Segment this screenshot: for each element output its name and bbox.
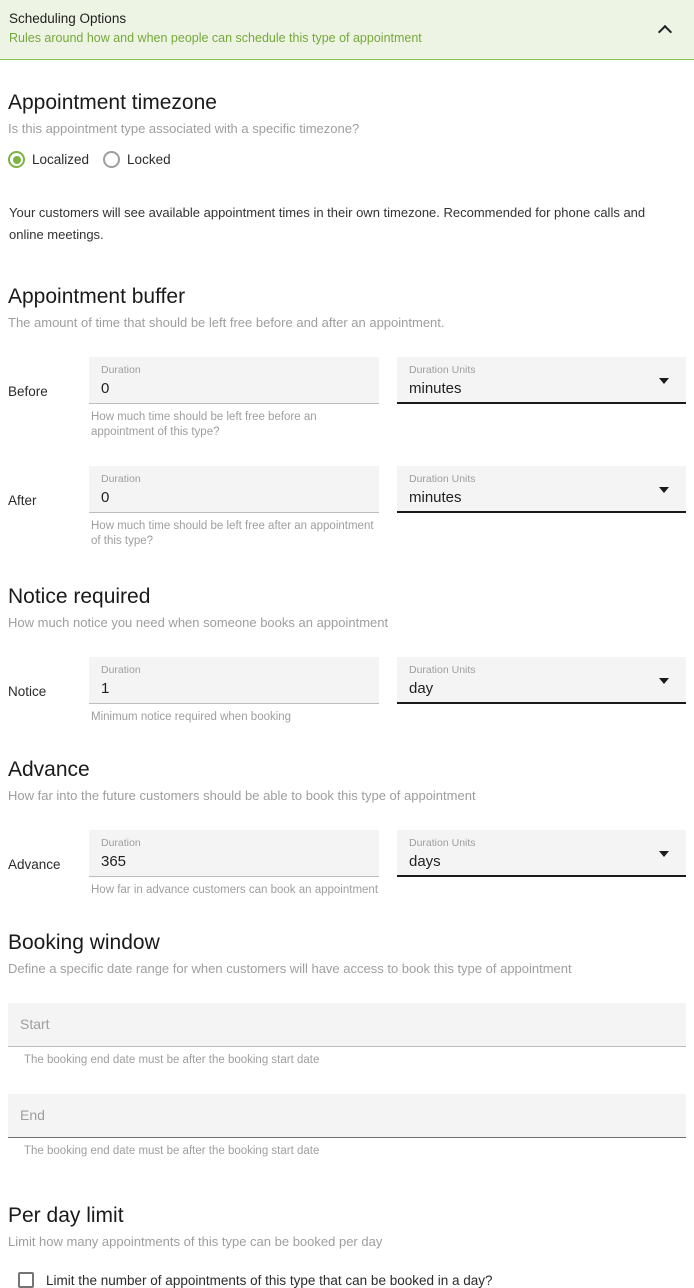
section-desc-per-day-limit: Limit how many appointments of this type… <box>8 1234 383 1249</box>
buffer-before-label: Before <box>8 384 48 399</box>
notice-fields: Duration 1 Minimum notice required when … <box>89 657 686 725</box>
buffer-after-units-col: Duration Units minutes <box>397 466 686 549</box>
section-desc-buffer: The amount of time that should be left f… <box>8 315 445 330</box>
radio-option-locked[interactable]: Locked <box>103 151 171 168</box>
timezone-radio-group: Localized Locked <box>8 151 686 168</box>
buffer-before-hint: How much time should be left free before… <box>91 411 317 438</box>
booking-end-input[interactable]: End <box>8 1094 686 1138</box>
advance-row: Advance Duration 365 How far in advance … <box>8 830 686 898</box>
section-title-buffer: Appointment buffer <box>8 285 186 308</box>
chevron-up-icon <box>657 24 673 40</box>
field-value: 1 <box>101 680 110 697</box>
scheduling-options-content: Appointment timezone Is this appointment… <box>0 60 694 1288</box>
radio-label-locked: Locked <box>127 152 171 167</box>
radio-dot <box>12 155 21 164</box>
field-value: minutes <box>409 380 462 397</box>
buffer-after-hint: How much time should be left free after … <box>91 520 374 547</box>
section-title-notice: Notice required <box>8 585 151 608</box>
booking-end-placeholder: End <box>20 1107 45 1123</box>
buffer-before-duration-input[interactable]: Duration 0 <box>89 357 379 404</box>
booking-start-input[interactable]: Start <box>8 1003 686 1047</box>
panel-header-texts: Scheduling Options Rules around how and … <box>9 10 422 46</box>
field-label: Duration <box>101 364 141 376</box>
radio-label-localized: Localized <box>32 152 90 167</box>
section-advance: Advance How far into the future customer… <box>8 725 686 898</box>
field-label: Duration <box>101 837 141 849</box>
per-day-limit-checkbox-row[interactable]: Limit the number of appointments of this… <box>8 1272 686 1288</box>
field-value: 0 <box>101 489 110 506</box>
buffer-before-units-select[interactable]: Duration Units minutes <box>397 357 686 404</box>
radio-option-localized[interactable]: Localized <box>8 151 89 168</box>
radio-icon-locked <box>103 151 121 168</box>
section-title-timezone: Appointment timezone <box>8 91 217 114</box>
buffer-after-label: After <box>8 493 37 508</box>
panel-subtitle: Rules around how and when people can sch… <box>9 31 422 45</box>
chevron-down-icon <box>659 677 669 684</box>
section-notice-required: Notice required How much notice you need… <box>8 549 686 725</box>
booking-start-hint: The booking end date must be after the b… <box>24 1054 320 1066</box>
advance-hint: How far in advance customers can book an… <box>91 884 379 896</box>
booking-end-block: End The booking end date must be after t… <box>8 1094 686 1159</box>
field-value: 0 <box>101 380 110 397</box>
advance-units-col: Duration Units days <box>397 830 686 898</box>
buffer-after-duration-col: Duration 0 How much time should be left … <box>89 466 379 549</box>
section-desc-notice: How much notice you need when someone bo… <box>8 615 389 630</box>
section-desc-timezone: Is this appointment type associated with… <box>8 121 360 136</box>
field-label: Duration <box>101 664 141 676</box>
section-title-advance: Advance <box>8 758 90 781</box>
timezone-explanation: Your customers will see available appoin… <box>9 205 646 242</box>
buffer-after-units-select[interactable]: Duration Units minutes <box>397 466 686 513</box>
section-per-day-limit: Per day limit Limit how many appointment… <box>8 1159 686 1288</box>
notice-units-select[interactable]: Duration Units day <box>397 657 686 704</box>
booking-end-hint: The booking end date must be after the b… <box>24 1145 320 1157</box>
notice-label: Notice <box>8 684 47 699</box>
advance-duration-col: Duration 365 How far in advance customer… <box>89 830 379 898</box>
section-desc-advance: How far into the future customers should… <box>8 788 476 803</box>
notice-row: Notice Duration 1 Minimum notice require… <box>8 657 686 725</box>
collapse-panel-button[interactable] <box>652 17 678 43</box>
panel-title: Scheduling Options <box>9 11 127 26</box>
field-value: 365 <box>101 853 127 870</box>
advance-duration-input[interactable]: Duration 365 <box>89 830 379 877</box>
buffer-before-row: Before Duration 0 How much time should b… <box>8 357 686 440</box>
notice-duration-col: Duration 1 Minimum notice required when … <box>89 657 379 725</box>
chevron-down-icon <box>659 850 669 857</box>
buffer-before-fields: Duration 0 How much time should be left … <box>89 357 686 440</box>
field-label: Duration Units <box>409 664 476 676</box>
field-label: Duration Units <box>409 837 476 849</box>
field-value: days <box>409 853 441 870</box>
scheduling-options-header[interactable]: Scheduling Options Rules around how and … <box>0 0 694 60</box>
chevron-down-icon <box>659 486 669 493</box>
booking-start-placeholder: Start <box>20 1016 50 1032</box>
section-title-booking-window: Booking window <box>8 931 160 954</box>
radio-icon-localized <box>8 151 25 168</box>
section-appointment-buffer: Appointment buffer The amount of time th… <box>8 246 686 549</box>
field-label: Duration Units <box>409 473 476 485</box>
buffer-before-units-col: Duration Units minutes <box>397 357 686 440</box>
per-day-limit-checkbox-label: Limit the number of appointments of this… <box>46 1272 493 1288</box>
checkbox-icon-per-day-limit <box>18 1272 34 1288</box>
booking-start-block: Start The booking end date must be after… <box>8 1003 686 1068</box>
buffer-after-duration-input[interactable]: Duration 0 <box>89 466 379 513</box>
buffer-after-row: After Duration 0 How much time should be… <box>8 466 686 549</box>
buffer-before-duration-col: Duration 0 How much time should be left … <box>89 357 379 440</box>
section-booking-window: Booking window Define a specific date ra… <box>8 898 686 1159</box>
section-title-per-day-limit: Per day limit <box>8 1204 124 1227</box>
advance-units-select[interactable]: Duration Units days <box>397 830 686 877</box>
buffer-after-fields: Duration 0 How much time should be left … <box>89 466 686 549</box>
field-value: minutes <box>409 489 462 506</box>
notice-hint: Minimum notice required when booking <box>91 711 292 723</box>
notice-duration-input[interactable]: Duration 1 <box>89 657 379 704</box>
notice-units-col: Duration Units day <box>397 657 686 725</box>
advance-label: Advance <box>8 857 61 872</box>
chevron-down-icon <box>659 377 669 384</box>
field-value: day <box>409 680 434 697</box>
section-desc-booking-window: Define a specific date range for when cu… <box>8 961 572 976</box>
section-appointment-timezone: Appointment timezone Is this appointment… <box>8 60 686 246</box>
field-label: Duration <box>101 473 141 485</box>
field-label: Duration Units <box>409 364 476 376</box>
advance-fields: Duration 365 How far in advance customer… <box>89 830 686 898</box>
